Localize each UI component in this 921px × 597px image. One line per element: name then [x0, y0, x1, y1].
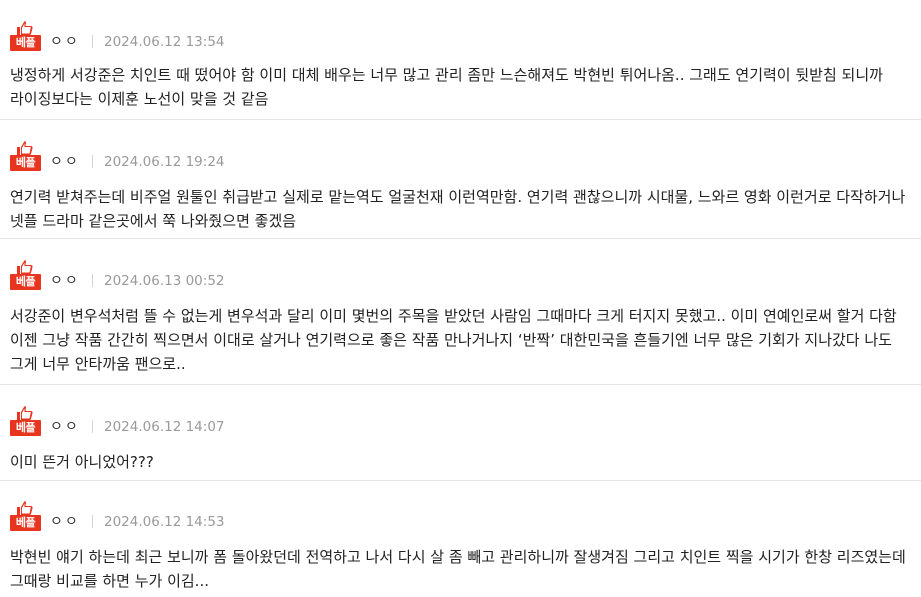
best-reply-badge: 베플 [10, 259, 41, 295]
comment-list: 베플 ㅇㅇ 2024.06.12 13:54 냉정하게 서강준은 치인트 때 떴… [0, 0, 921, 597]
comment-author[interactable]: ㅇㅇ [50, 271, 80, 291]
comment-date: 2024.06.13 00:52 [104, 273, 225, 289]
comment-item: 베플 ㅇㅇ 2024.06.12 13:54 냉정하게 서강준은 치인트 때 떴… [0, 0, 921, 120]
best-reply-label: 베플 [10, 420, 41, 436]
best-reply-label: 베플 [10, 155, 41, 171]
comment-author[interactable]: ㅇㅇ [50, 152, 80, 172]
thumbs-up-icon [17, 141, 33, 155]
comment-author[interactable]: ㅇㅇ [50, 32, 80, 52]
comment-text: 냉정하게 서강준은 치인트 때 떴어야 함 이미 대체 배우는 너무 많고 관리… [10, 66, 883, 108]
comment-item: 베플 ㅇㅇ 2024.06.13 00:52 서강준이 변우석처럼 뜰 수 없는… [0, 239, 921, 385]
comment-item: 베플 ㅇㅇ 2024.06.12 14:53 박현빈 얘기 하는데 최근 보니까… [0, 481, 921, 597]
thumbs-up-icon [17, 501, 33, 515]
meta-divider [92, 515, 93, 528]
comment-meta: 베플 ㅇㅇ 2024.06.13 00:52 [10, 259, 911, 295]
comment-author[interactable]: ㅇㅇ [50, 512, 80, 532]
comment-item: 베플 ㅇㅇ 2024.06.12 19:24 연기력 받쳐주는데 비주얼 원툴인… [0, 120, 921, 239]
comment-text: 박현빈 얘기 하는데 최근 보니까 폼 돌아왔던데 전역하고 나서 다시 살 좀… [10, 548, 906, 590]
best-reply-label: 베플 [10, 274, 41, 290]
comment-date: 2024.06.12 13:54 [104, 34, 225, 50]
thumbs-up-icon [17, 406, 33, 420]
best-reply-label: 베플 [10, 515, 41, 531]
comment-meta: 베플 ㅇㅇ 2024.06.12 13:54 [10, 20, 911, 56]
best-reply-badge: 베플 [10, 20, 41, 56]
comment-text: 연기력 받쳐주는데 비주얼 원툴인 취급받고 실제로 맡는역도 얼굴천재 이런역… [10, 188, 906, 230]
thumbs-up-icon [17, 21, 33, 35]
best-reply-badge: 베플 [10, 500, 41, 536]
comment-meta: 베플 ㅇㅇ 2024.06.12 14:53 [10, 500, 911, 536]
meta-divider [92, 274, 93, 287]
meta-divider [92, 155, 93, 168]
best-reply-badge: 베플 [10, 140, 41, 176]
meta-divider [92, 35, 93, 48]
comment-date: 2024.06.12 19:24 [104, 154, 225, 170]
best-reply-badge: 베플 [10, 405, 41, 441]
comment-date: 2024.06.12 14:07 [104, 419, 225, 435]
comment-meta: 베플 ㅇㅇ 2024.06.12 19:24 [10, 140, 911, 176]
comment-meta: 베플 ㅇㅇ 2024.06.12 14:07 [10, 405, 911, 441]
comment-text: 서강준이 변우석처럼 뜰 수 없는게 변우석과 달리 이미 몇번의 주목을 받았… [10, 307, 897, 373]
comment-text: 이미 뜬거 아니었어??? [10, 453, 154, 471]
comment-date: 2024.06.12 14:53 [104, 514, 225, 530]
best-reply-label: 베플 [10, 35, 41, 51]
comment-item: 베플 ㅇㅇ 2024.06.12 14:07 이미 뜬거 아니었어??? [0, 385, 921, 481]
comment-author[interactable]: ㅇㅇ [50, 417, 80, 437]
thumbs-up-icon [17, 260, 33, 274]
meta-divider [92, 420, 93, 433]
